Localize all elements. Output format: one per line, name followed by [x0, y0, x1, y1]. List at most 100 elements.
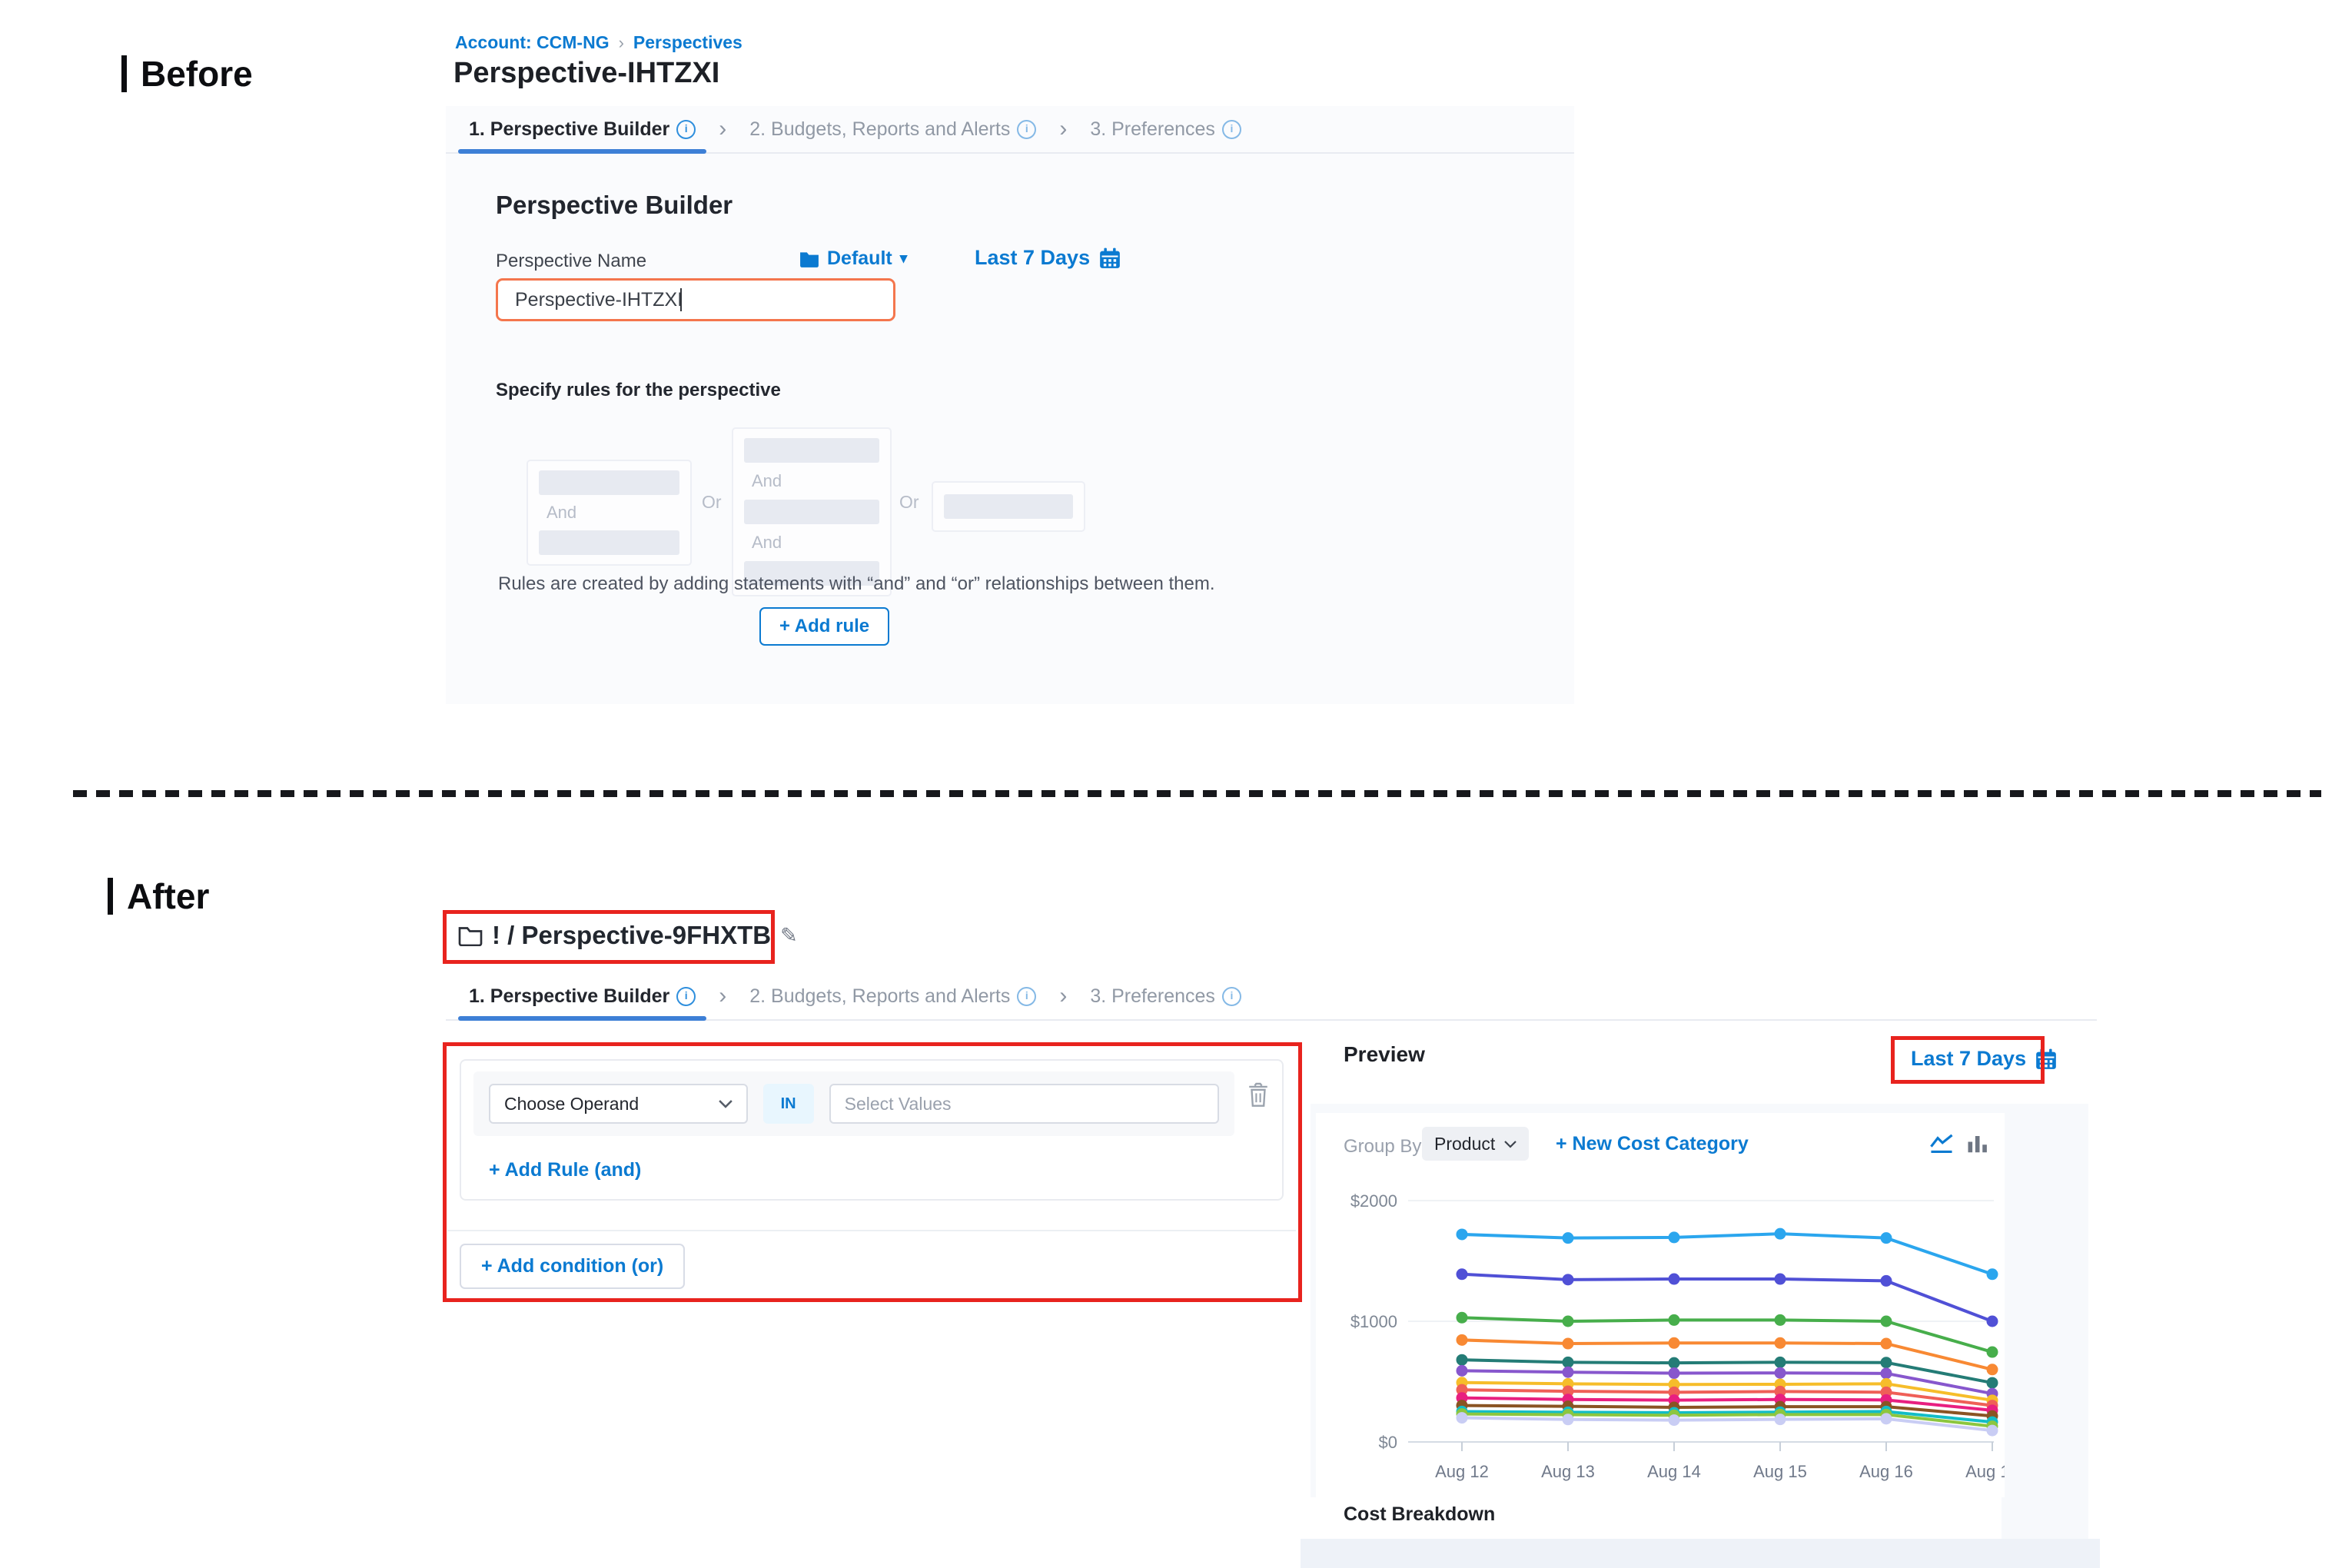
rule-builder-divider [447, 1230, 1296, 1231]
skeleton-rule-group [932, 481, 1085, 532]
tab-budgets-reports-alerts[interactable]: 2. Budgets, Reports and Alerts [749, 973, 1036, 1019]
svg-text:$0: $0 [1379, 1433, 1397, 1452]
tab-label: 2. Budgets, Reports and Alerts [749, 985, 1010, 1008]
info-icon[interactable] [676, 987, 696, 1006]
tab-preferences[interactable]: 3. Preferences [1090, 973, 1241, 1019]
chevron-down-icon [1504, 1140, 1517, 1148]
breadcrumb-account-link[interactable]: Account: CCM-NG [455, 32, 610, 53]
tab-label: 3. Preferences [1090, 985, 1215, 1008]
calendar-icon [1099, 247, 1121, 269]
builder-heading: Perspective Builder [496, 191, 733, 220]
preview-heading: Preview [1344, 1042, 1425, 1067]
bar-chart-toggle[interactable] [1966, 1133, 1989, 1154]
operand-select-value: Choose Operand [504, 1094, 639, 1115]
group-by-select[interactable]: Product [1422, 1127, 1529, 1161]
chevron-right-icon: › [719, 983, 726, 1009]
tab-label: 1. Perspective Builder [469, 118, 669, 141]
breadcrumb-perspectives-link[interactable]: Perspectives [633, 32, 742, 53]
add-condition-or-button[interactable]: + Add condition (or) [460, 1244, 685, 1289]
tab-preferences[interactable]: 3. Preferences [1090, 106, 1241, 152]
svg-text:Aug 15: Aug 15 [1753, 1462, 1807, 1481]
folder-name: Default [827, 247, 892, 270]
svg-text:Aug 14: Aug 14 [1647, 1462, 1701, 1481]
new-cost-category-link[interactable]: + New Cost Category [1556, 1133, 1749, 1155]
text-cursor [680, 288, 682, 311]
breadcrumb: Account: CCM-NG › Perspectives [455, 32, 742, 53]
add-rule-and-link[interactable]: + Add Rule (and) [489, 1159, 641, 1181]
rule-condition-card: Choose Operand IN + Add Rule (and) [460, 1059, 1284, 1201]
tab-perspective-builder[interactable]: 1. Perspective Builder [469, 973, 696, 1019]
tab-budgets-reports-alerts[interactable]: 2. Budgets, Reports and Alerts [749, 106, 1036, 152]
skeleton-bar [944, 494, 1073, 519]
after-page-title: ! / Perspective-9FHXTB ✎ [458, 921, 798, 950]
cost-breakdown-heading: Cost Breakdown [1344, 1503, 1495, 1526]
cost-breakdown-panel-top [1301, 1539, 2100, 1568]
group-by-value: Product [1434, 1134, 1495, 1154]
cost-preview-line-chart: $0$1000$2000Aug 12Aug 13Aug 14Aug 15Aug … [1316, 1178, 2005, 1497]
info-icon[interactable] [1222, 987, 1241, 1006]
skeleton-rule-group: And [527, 460, 692, 566]
svg-text:Aug 16: Aug 16 [1859, 1462, 1913, 1481]
info-icon[interactable] [1017, 120, 1036, 139]
info-icon[interactable] [1222, 120, 1241, 139]
skeleton-and-label: And [744, 533, 879, 553]
info-icon[interactable] [676, 120, 696, 139]
perspective-name-input[interactable] [496, 278, 895, 321]
skeleton-bar [744, 500, 879, 524]
folder-selector[interactable]: Default ▾ [799, 247, 907, 270]
chevron-down-icon [719, 1099, 733, 1108]
bar-chart-icon [1966, 1133, 1989, 1154]
folder-icon [458, 925, 483, 946]
operand-select[interactable]: Choose Operand [489, 1084, 748, 1124]
group-by-label: Group By [1344, 1136, 1421, 1158]
line-chart-icon [1929, 1133, 1954, 1154]
skeleton-bar [744, 438, 879, 463]
skeleton-bar [539, 470, 679, 495]
edit-pencil-icon[interactable]: ✎ [780, 924, 798, 948]
svg-text:Aug 17: Aug 17 [1965, 1462, 2005, 1481]
date-range-picker[interactable]: Last 7 Days [975, 246, 1121, 270]
svg-text:Aug 12: Aug 12 [1435, 1462, 1489, 1481]
before-after-divider [73, 790, 2321, 797]
svg-text:$2000: $2000 [1350, 1191, 1397, 1211]
perspective-name-label: Perspective Name [496, 251, 646, 272]
skeleton-and-label: And [744, 471, 879, 491]
chevron-right-icon: › [1059, 116, 1067, 142]
caret-down-icon: ▾ [900, 250, 908, 267]
info-icon[interactable] [1017, 987, 1036, 1006]
screenshot-stage: Before Account: CCM-NG › Perspectives Pe… [0, 0, 2352, 1568]
after-tabstrip: 1. Perspective Builder › 2. Budgets, Rep… [446, 973, 2097, 1021]
tab-label: 3. Preferences [1090, 118, 1215, 141]
operator-badge[interactable]: IN [763, 1084, 814, 1124]
svg-text:$1000: $1000 [1350, 1312, 1397, 1331]
date-range-label: Last 7 Days [1911, 1047, 2026, 1071]
skeleton-or-label: Or [899, 492, 919, 513]
chevron-right-icon: › [719, 116, 726, 142]
breadcrumb-chevron-icon: › [619, 33, 624, 53]
specify-rules-label: Specify rules for the perspective [496, 380, 781, 401]
skeleton-or-label: Or [702, 492, 722, 513]
delete-rule-button[interactable] [1247, 1082, 1270, 1108]
before-panel: 1. Perspective Builder › 2. Budgets, Rep… [446, 106, 1574, 704]
tab-perspective-builder[interactable]: 1. Perspective Builder [469, 106, 696, 152]
folder-icon [799, 251, 819, 267]
rules-hint-text: Rules are created by adding statements w… [498, 573, 1215, 595]
skeleton-bar [539, 530, 679, 555]
tab-label: 1. Perspective Builder [469, 985, 669, 1008]
trash-icon [1247, 1082, 1270, 1108]
chevron-right-icon: › [1059, 983, 1067, 1009]
before-section-label: Before [121, 55, 253, 92]
tab-label: 2. Budgets, Reports and Alerts [749, 118, 1010, 141]
line-chart-toggle[interactable] [1929, 1133, 1954, 1154]
after-section-label: After [108, 878, 209, 915]
calendar-icon [2035, 1048, 2057, 1070]
skeleton-and-label: And [539, 503, 679, 523]
preview-date-range-picker[interactable]: Last 7 Days [1911, 1047, 2057, 1071]
select-values-input[interactable] [829, 1084, 1219, 1124]
skeleton-rule-group: And And [732, 427, 892, 596]
before-tabstrip: 1. Perspective Builder › 2. Budgets, Rep… [446, 106, 1574, 154]
before-page-title: Perspective-IHTZXI [453, 57, 719, 90]
preview-chart-card: Group By Product + New Cost Category $0 $… [1316, 1113, 2005, 1497]
add-rule-button[interactable]: + Add rule [759, 607, 889, 646]
rule-row: Choose Operand IN [473, 1071, 1234, 1136]
